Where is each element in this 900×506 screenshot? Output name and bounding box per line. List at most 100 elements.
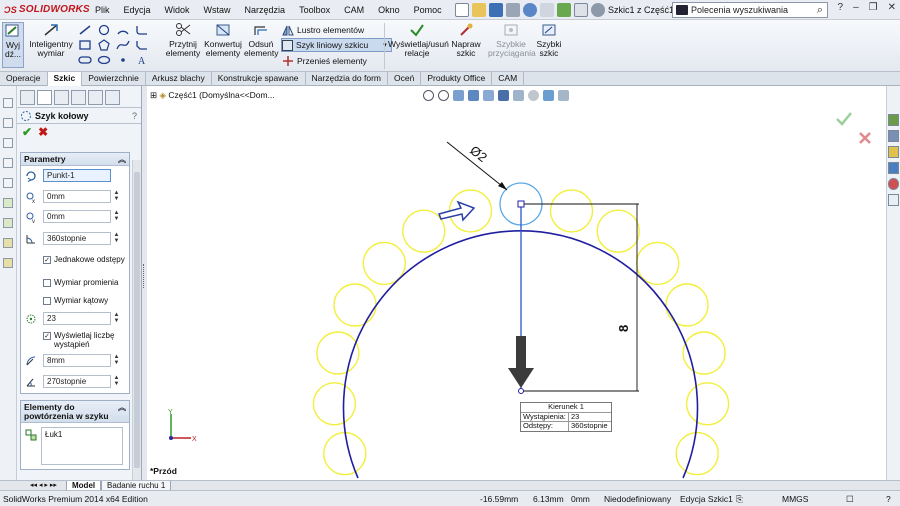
repair-sketch-button[interactable]: Napraw szkic	[450, 22, 482, 58]
tab-office-products[interactable]: Produkty Office	[421, 72, 493, 86]
open-folder-icon[interactable]	[471, 2, 486, 17]
filter-icon[interactable]	[105, 90, 120, 105]
pattern-angle-field[interactable]: 360stopnie	[43, 232, 111, 245]
graphics-area[interactable]: ⊞ ◈ Część1 (Domyślna<<Dom... Ø2 8 Y X Ki…	[147, 86, 886, 480]
menu-cam[interactable]: CAM	[337, 0, 371, 20]
center-x-spinner[interactable]: ▲ ▼	[112, 190, 121, 203]
smart-dimension-button[interactable]: Inteligentny wymiar	[28, 22, 74, 58]
scrollbar-thumb[interactable]	[134, 172, 140, 468]
save-icon[interactable]	[488, 2, 503, 17]
resources-tab-icon[interactable]	[888, 114, 899, 126]
splitter-grip-icon[interactable]	[143, 264, 146, 288]
entities-list[interactable]: Łuk1	[41, 427, 123, 465]
confirm-corner-cancel-icon[interactable]	[857, 130, 873, 146]
tab-scroll-arrows-icon[interactable]: ◂◂ ◂ ▸ ▸▸	[30, 481, 57, 489]
strip-icon-2[interactable]	[3, 118, 13, 128]
tab-sketch[interactable]: Szkic	[47, 72, 83, 86]
start-direction-arrow[interactable]	[437, 200, 476, 222]
new-document-icon[interactable]	[454, 2, 469, 17]
print-icon[interactable]	[505, 2, 520, 17]
menu-edit[interactable]: Edycja	[117, 0, 158, 20]
line-icon[interactable]	[78, 24, 92, 36]
trim-entities-button[interactable]: Przytnij elementy	[160, 22, 206, 58]
menu-window[interactable]: Okno	[371, 0, 407, 20]
angle-dimension-checkbox[interactable]: Wymiar kątowy	[43, 296, 129, 305]
dimxpert-tab-icon[interactable]	[71, 90, 86, 105]
file-properties-icon[interactable]	[573, 2, 588, 17]
tab-mold-tools[interactable]: Narzędzia do form	[306, 72, 388, 86]
rebuild-icon[interactable]: ⎘	[736, 494, 743, 505]
radius-field[interactable]: 8mm	[43, 354, 111, 367]
collapse-chevron-icon[interactable]: ︽	[118, 403, 126, 422]
strip-icon-1[interactable]	[3, 98, 13, 108]
display-instance-count-checkbox[interactable]: ✓ Wyświetlaj liczbę wystąpień	[43, 331, 129, 349]
offset-entities-button[interactable]: Odsuń elementy	[244, 22, 279, 58]
seed-handle[interactable]	[517, 200, 525, 208]
menu-view[interactable]: Widok	[158, 0, 197, 20]
sketch-canvas[interactable]: Ø2 8 Y X	[147, 86, 886, 480]
search-icon[interactable]: ⌕	[817, 4, 823, 17]
quick-snaps-button[interactable]: Szybkie przyciągania	[488, 22, 536, 58]
radius-dimension[interactable]: 8	[616, 325, 631, 332]
strip-icon-5[interactable]	[3, 178, 13, 188]
tab-evaluate[interactable]: Oceń	[388, 72, 422, 86]
tab-surfaces[interactable]: Powierzchnie	[82, 72, 146, 86]
center-y-spinner[interactable]: ▲ ▼	[112, 210, 121, 223]
slot-icon[interactable]	[78, 54, 92, 66]
center-point[interactable]	[518, 388, 524, 394]
help-button[interactable]: ?	[132, 111, 137, 121]
design-library-tab-icon[interactable]	[888, 130, 899, 142]
menu-help[interactable]: Pomoc	[407, 0, 449, 20]
strip-icon-4[interactable]	[3, 158, 13, 168]
equal-spacing-checkbox[interactable]: ✓ Jednakowe odstępy	[43, 255, 129, 264]
tab-cam[interactable]: CAM	[492, 72, 525, 86]
configuration-manager-tab-icon[interactable]	[54, 90, 69, 105]
edit-mode[interactable]: Edycja Szkic1	[680, 494, 733, 504]
diameter-dimension[interactable]: Ø2	[467, 143, 490, 165]
center-y-field[interactable]: 0mm	[43, 210, 111, 223]
arc-icon[interactable]	[116, 24, 130, 36]
fillet-icon[interactable]	[135, 24, 149, 36]
entities-header[interactable]: Elementy do powtórzenia w szyku ︽	[21, 401, 129, 423]
callout-spacing-value[interactable]: 360stopnie	[569, 421, 608, 431]
strip-icon-6[interactable]	[3, 198, 13, 208]
tab-sheet-metal[interactable]: Arkusz blachy	[146, 72, 212, 86]
point-icon[interactable]	[116, 54, 130, 66]
strip-icon-7[interactable]	[3, 218, 13, 228]
help-icon[interactable]: ?	[886, 494, 891, 504]
file-explorer-tab-icon[interactable]	[888, 146, 899, 158]
rebuild-icon[interactable]	[556, 2, 571, 17]
center-point-field[interactable]: Punkt-1	[43, 169, 111, 182]
collapse-chevron-icon[interactable]: ︽	[118, 153, 126, 165]
select-arrow-icon[interactable]	[539, 2, 554, 17]
arc-angle-field[interactable]: 270stopnie	[43, 375, 111, 388]
custom-properties-tab-icon[interactable]	[888, 194, 899, 206]
move-entities-button[interactable]: Przenieś elementy	[282, 54, 367, 68]
menu-file[interactable]: Plik	[88, 0, 117, 20]
solidworks-logo[interactable]: ƆS SOLIDWORKS	[0, 0, 90, 20]
convert-entities-button[interactable]: Konwertuj elementy	[204, 22, 242, 58]
rapid-sketch-button[interactable]: Szybki szkic	[536, 22, 562, 58]
confirm-corner-ok-icon[interactable]	[835, 110, 853, 128]
property-manager-tab-icon[interactable]	[37, 90, 52, 105]
quick-tips-icon[interactable]: ☐	[846, 494, 854, 505]
instances-spinner[interactable]: ▲ ▼	[112, 312, 121, 325]
minimize-icon[interactable]: –	[853, 2, 859, 13]
reverse-direction-icon[interactable]	[25, 170, 37, 182]
appearances-tab-icon[interactable]	[888, 178, 899, 190]
parameters-header[interactable]: Parametry ︽	[21, 153, 129, 166]
direction-arrow-shaft[interactable]	[516, 336, 526, 368]
display-delete-relations-button[interactable]: Wyświetlaj/usuń relacje	[388, 22, 449, 58]
menu-insert[interactable]: Wstaw	[197, 0, 238, 20]
strip-icon-3[interactable]	[3, 138, 13, 148]
menu-toolbox[interactable]: Toolbox	[292, 0, 337, 20]
callout-instances-value[interactable]: 23	[569, 412, 579, 422]
pattern-callout[interactable]: Kierunek 1 Wystąpienia: 23 Odstępy: 360sto…	[520, 402, 612, 432]
center-x-field[interactable]: 0mm	[43, 190, 111, 203]
restore-icon[interactable]: ❐	[869, 2, 878, 13]
help-icon[interactable]: ?	[838, 2, 844, 13]
exit-sketch-button[interactable]: Wyj dź...	[2, 22, 24, 68]
linear-sketch-pattern-button[interactable]: Szyk liniowy szkicu ▾	[281, 38, 392, 52]
close-icon[interactable]: ✕	[888, 2, 896, 13]
radius-dimension-checkbox[interactable]: Wymiar promienia	[43, 278, 129, 287]
